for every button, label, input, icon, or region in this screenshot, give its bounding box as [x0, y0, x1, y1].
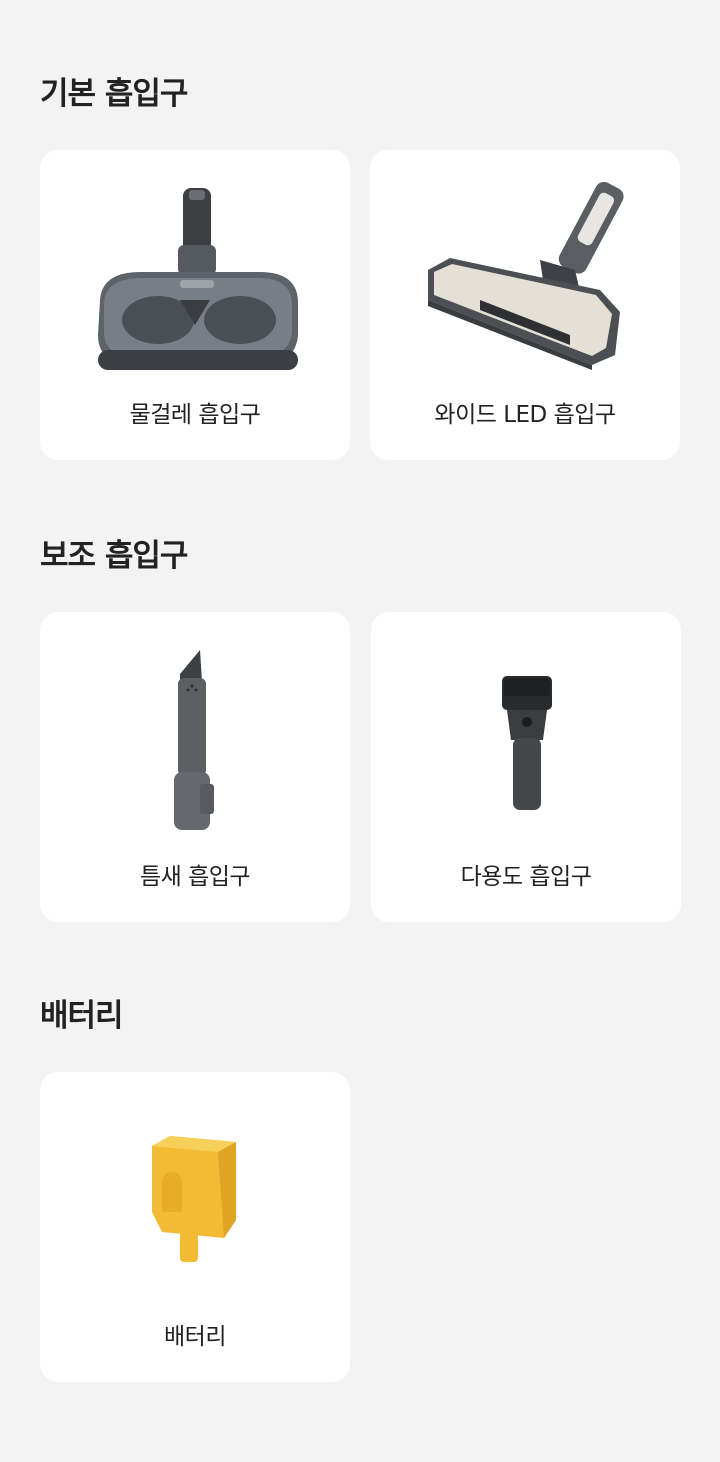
section-title-basic-nozzle: 기본 흡입구: [40, 76, 188, 112]
product-label: 다용도 흡입구: [460, 864, 592, 890]
product-card-crevice-nozzle[interactable]: 틈새 흡입구: [40, 612, 350, 922]
section-title-sub-nozzle: 보조 흡입구: [40, 538, 188, 574]
wide-led-nozzle-icon: [370, 150, 680, 390]
product-card-multi-purpose-nozzle[interactable]: 다용도 흡입구: [371, 612, 681, 922]
mop-nozzle-icon: [40, 150, 350, 390]
product-label: 와이드 LED 흡입구: [434, 402, 616, 428]
crevice-nozzle-icon: [40, 612, 350, 852]
multi-purpose-nozzle-icon: [371, 612, 681, 852]
product-card-mop-nozzle[interactable]: 물걸레 흡입구: [40, 150, 350, 460]
product-label: 배터리: [164, 1324, 226, 1350]
product-label: 물걸레 흡입구: [129, 402, 261, 428]
section-title-battery: 배터리: [40, 998, 124, 1034]
product-card-battery[interactable]: 배터리: [40, 1072, 350, 1382]
battery-icon: [40, 1072, 350, 1312]
product-card-wide-led-nozzle[interactable]: 와이드 LED 흡입구: [370, 150, 680, 460]
product-label: 틈새 흡입구: [139, 864, 251, 890]
